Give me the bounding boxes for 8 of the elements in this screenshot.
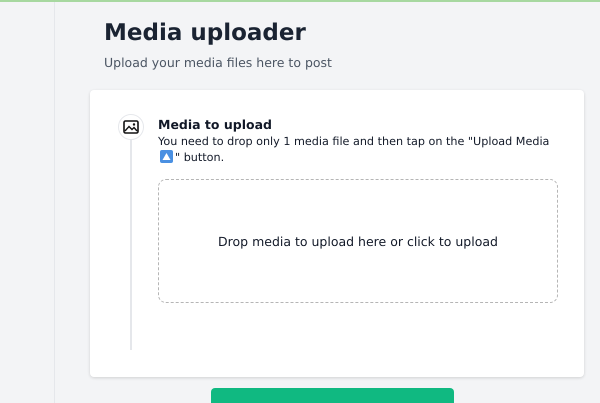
- step-description: You need to drop only 1 media file and then tap on the "Upload Media: [158, 135, 550, 148]
- page-subtitle: Upload your media files here to post: [104, 55, 333, 70]
- step-description: " button.: [175, 151, 224, 164]
- page-title: Media uploader: [104, 19, 307, 48]
- step-title: Media to upload: [158, 117, 273, 132]
- image-icon: [122, 120, 138, 134]
- up-triangle-icon: [160, 150, 173, 163]
- dropzone[interactable]: Drop media to upload here or click to upload: [158, 179, 558, 303]
